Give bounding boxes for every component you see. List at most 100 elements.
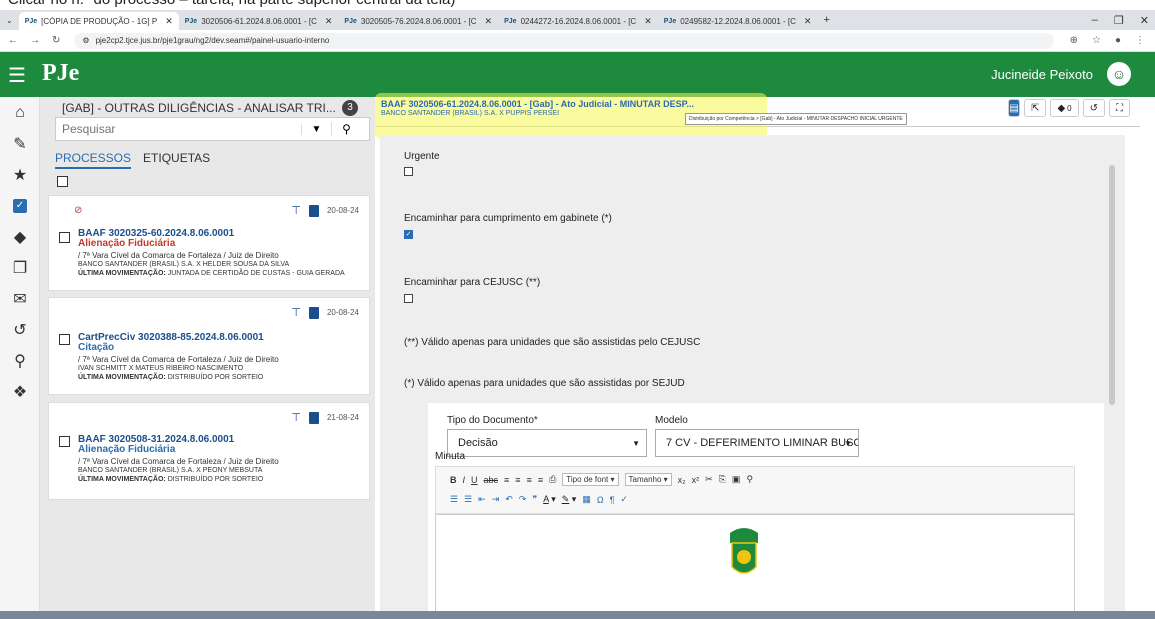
table-icon[interactable]: ▦ bbox=[582, 494, 591, 505]
search-button-icon[interactable]: ⚲ bbox=[331, 122, 361, 136]
card-checkbox[interactable] bbox=[59, 232, 70, 243]
pencil-icon[interactable]: ✎ bbox=[0, 128, 40, 159]
indent-icon[interactable]: ⇥ bbox=[492, 494, 500, 505]
profile-icon[interactable]: ● bbox=[1115, 35, 1121, 46]
urgente-checkbox[interactable] bbox=[404, 167, 413, 176]
search-input[interactable] bbox=[56, 118, 301, 140]
close-window-icon[interactable]: ✕ bbox=[1140, 14, 1149, 27]
quote-icon[interactable]: ❞ bbox=[532, 494, 537, 505]
process-card[interactable]: ⊘ ⊤ 20-08-24 BAAF 3020325-60.2024.8.06.00… bbox=[48, 195, 370, 291]
close-icon[interactable]: ✕ bbox=[485, 16, 493, 27]
url-field[interactable]: ⚙ pje2cp2.tjce.jus.br/pje1grau/ng2/dev.se… bbox=[74, 32, 1055, 49]
hamburger-menu-icon[interactable]: ☰ bbox=[8, 63, 26, 88]
tab-processos[interactable]: PROCESSOS bbox=[55, 151, 132, 169]
find-icon[interactable]: ⚲ bbox=[746, 474, 753, 485]
tab-etiquetas[interactable]: ETIQUETAS bbox=[143, 151, 210, 169]
new-tab-icon[interactable]: + bbox=[817, 14, 835, 26]
font-family-select[interactable]: Tipo de font ▾ bbox=[562, 473, 619, 486]
align-left-icon[interactable]: ≡ bbox=[504, 475, 509, 485]
bold-icon[interactable]: B bbox=[450, 475, 457, 485]
browser-tab-1[interactable]: PJe 3020506-61.2024.8.06.0001 - [C ✕ bbox=[179, 12, 339, 30]
zoom-icon[interactable]: ⊕ bbox=[1070, 35, 1078, 46]
eye-slash-icon[interactable]: ⊘ bbox=[74, 205, 82, 216]
process-card[interactable]: ⊤ 20-08-24 CartPrecCiv 3020388-85.2024.8.… bbox=[48, 297, 370, 395]
user-name[interactable]: Jucineide Peixoto bbox=[991, 67, 1093, 82]
copy-icon[interactable]: ⎘ bbox=[719, 474, 726, 485]
redo-icon[interactable]: ↷ bbox=[519, 494, 527, 505]
close-icon[interactable]: ✕ bbox=[804, 16, 812, 27]
subscript-icon[interactable]: x₂ bbox=[678, 475, 686, 485]
highlight-color-icon[interactable]: ✎ ▾ bbox=[562, 494, 577, 505]
share-icon[interactable]: ⇱ bbox=[1024, 99, 1047, 117]
pin-icon[interactable]: ⊤ bbox=[291, 411, 301, 424]
expand-icon[interactable]: ⛶ bbox=[1109, 99, 1130, 117]
history-icon[interactable]: ↺ bbox=[1082, 99, 1105, 117]
document-icon[interactable] bbox=[308, 306, 319, 319]
tags-count-button[interactable]: ◆ 0 bbox=[1050, 99, 1079, 117]
process-title-link[interactable]: BAAF 3020506-61.2024.8.06.0001 - [Gab] -… bbox=[381, 99, 694, 109]
italic-icon[interactable]: I bbox=[463, 475, 466, 485]
pin-icon[interactable]: ⊤ bbox=[291, 204, 301, 217]
bookmark-star-icon[interactable]: ☆ bbox=[1092, 35, 1101, 46]
browser-tab-2[interactable]: PJe 3020505-76.2024.8.06.0001 - [C ✕ bbox=[338, 12, 498, 30]
task-title[interactable]: [GAB] - OUTRAS DILIGÊNCIAS - ANALISAR TR… bbox=[62, 101, 336, 115]
home-icon[interactable]: ⌂ bbox=[0, 97, 40, 128]
restore-icon[interactable]: ❐ bbox=[1114, 14, 1124, 27]
tab-list-icon[interactable]: ⌄ bbox=[0, 16, 19, 25]
paste-icon[interactable]: ▣ bbox=[732, 474, 741, 485]
document-icon[interactable] bbox=[308, 411, 319, 424]
strikethrough-icon[interactable]: abc bbox=[484, 475, 499, 485]
tipo-select[interactable]: Decisão ▼ bbox=[447, 429, 647, 457]
gabinete-checkbox[interactable]: ✓ bbox=[404, 230, 413, 239]
modelo-select[interactable]: 7 CV - DEFERIMENTO LIMINAR BUSC ▼ bbox=[655, 429, 859, 457]
browser-menu-icon[interactable]: ⋮ bbox=[1135, 35, 1145, 46]
process-card[interactable]: ⊤ 21-08-24 BAAF 3020508-31.2024.8.06.0001… bbox=[48, 402, 370, 500]
forward-icon[interactable]: → bbox=[30, 35, 40, 46]
site-info-icon[interactable]: ⚙ bbox=[82, 36, 89, 45]
tags-icon[interactable]: ◆ bbox=[0, 221, 40, 252]
justify-icon[interactable]: ≡ bbox=[538, 475, 543, 485]
chevron-down-icon[interactable]: ▼ bbox=[301, 123, 331, 135]
copy-icon[interactable]: ❐ bbox=[0, 252, 40, 283]
star-icon[interactable]: ★ bbox=[0, 159, 40, 190]
superscript-icon[interactable]: x² bbox=[692, 475, 700, 485]
print-icon[interactable]: ⎙ bbox=[549, 474, 556, 485]
select-all-checkbox[interactable] bbox=[57, 176, 68, 187]
details-icon[interactable]: ▤ bbox=[1008, 99, 1021, 117]
close-icon[interactable]: ✕ bbox=[325, 16, 333, 27]
font-size-select[interactable]: Tamanho ▾ bbox=[624, 473, 672, 486]
user-avatar-icon[interactable]: ☺ bbox=[1107, 62, 1131, 86]
scrollbar[interactable] bbox=[1109, 165, 1115, 405]
transfer-icon[interactable]: ❖ bbox=[0, 376, 40, 407]
special-char-icon[interactable]: Ω bbox=[597, 495, 604, 505]
underline-icon[interactable]: U bbox=[471, 475, 478, 485]
minuta-editor[interactable] bbox=[435, 514, 1075, 619]
envelope-icon[interactable]: ✉ bbox=[0, 283, 40, 314]
card-checkbox[interactable] bbox=[59, 436, 70, 447]
browser-tab-0[interactable]: PJe [CÓPIA DE PRODUÇÃO - 1G] P ✕ bbox=[18, 12, 179, 30]
history-icon[interactable]: ↺ bbox=[0, 314, 40, 345]
browser-tab-4[interactable]: PJe 0249582-12.2024.8.06.0001 - [C ✕ bbox=[658, 12, 818, 30]
cejusc-checkbox[interactable] bbox=[404, 294, 413, 303]
search-icon[interactable]: ⚲ bbox=[0, 345, 40, 376]
document-icon[interactable] bbox=[308, 204, 319, 217]
outdent-icon[interactable]: ⇤ bbox=[478, 494, 486, 505]
paragraph-icon[interactable]: ¶ bbox=[610, 495, 615, 505]
back-icon[interactable]: ← bbox=[8, 35, 18, 46]
close-icon[interactable]: ✕ bbox=[165, 16, 173, 27]
cut-icon[interactable]: ✂ bbox=[705, 474, 713, 485]
pin-icon[interactable]: ⊤ bbox=[291, 306, 301, 319]
undo-icon[interactable]: ↶ bbox=[505, 494, 513, 505]
align-right-icon[interactable]: ≡ bbox=[527, 475, 532, 485]
text-color-icon[interactable]: A ▾ bbox=[543, 494, 556, 505]
card-checkbox[interactable] bbox=[59, 334, 70, 345]
reload-icon[interactable]: ↻ bbox=[52, 35, 60, 46]
browser-tab-3[interactable]: PJe 0244272-16.2024.8.06.0001 - [C ✕ bbox=[498, 12, 658, 30]
minimize-icon[interactable]: – bbox=[1092, 14, 1098, 26]
checkbox-tasks-icon[interactable]: ✓ bbox=[0, 190, 40, 221]
spellcheck-icon[interactable]: ✓ bbox=[620, 494, 628, 505]
close-icon[interactable]: ✕ bbox=[644, 16, 652, 27]
bullet-list-icon[interactable]: ☰ bbox=[464, 494, 472, 505]
numbered-list-icon[interactable]: ☰ bbox=[450, 494, 458, 505]
align-center-icon[interactable]: ≡ bbox=[515, 475, 520, 485]
